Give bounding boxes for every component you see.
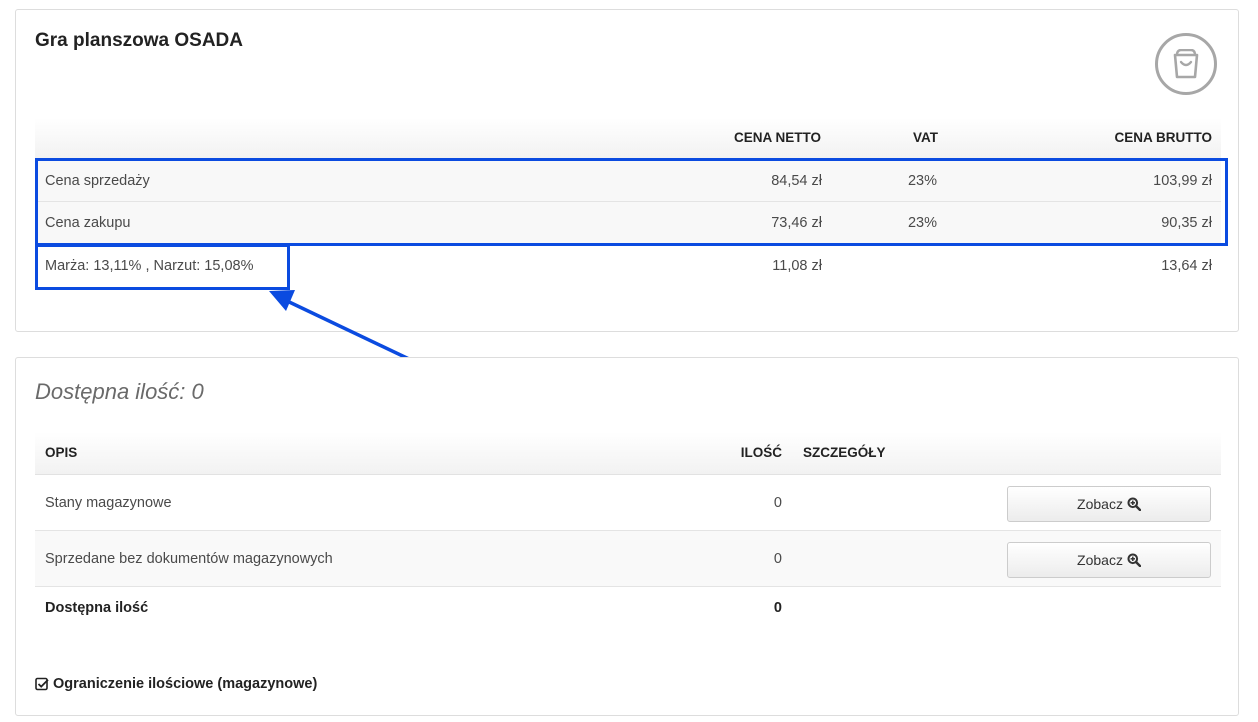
quantity-limit-label: Ograniczenie ilościowe (magazynowe) [53, 676, 318, 692]
stock-row-description: Stany magazynowe [45, 495, 172, 511]
stock-panel: Dostępna ilość: 0 OPIS ILOŚĆ SZCZEGÓŁY S… [15, 357, 1239, 716]
zoom-in-icon [1127, 497, 1141, 511]
row-net: 73,46 zł [771, 215, 822, 231]
stock-row-quantity: 0 [773, 495, 782, 511]
checkbox-checked-icon [35, 677, 49, 691]
view-sold-without-documents-button[interactable]: Zobacz [1007, 542, 1211, 578]
row-label: Cena sprzedaży [45, 173, 150, 189]
header-net-price: CENA NETTO [733, 130, 821, 145]
row-gross: 13,64 zł [1161, 258, 1212, 274]
stock-row: Stany magazynowe 0 Zobacz [35, 475, 1221, 531]
header-gross-price: CENA BRUTTO [1114, 130, 1213, 145]
view-button-label: Zobacz [1077, 496, 1123, 512]
stock-table-header: OPIS ILOŚĆ SZCZEGÓŁY [35, 432, 1221, 475]
header-quantity: ILOŚĆ [740, 445, 782, 460]
stock-title: Dostępna ilość: 0 [35, 379, 204, 404]
row-vat: 23% [907, 215, 937, 231]
row-gross: 90,35 zł [1161, 215, 1212, 231]
quantity-limit-indicator[interactable]: Ograniczenie ilościowe (magazynowe) [35, 676, 317, 692]
view-button-label: Zobacz [1077, 552, 1123, 568]
stock-total-row: Dostępna ilość 0 [35, 587, 1221, 629]
row-net: 11,08 zł [772, 258, 822, 274]
total-quantity: 0 [773, 600, 782, 616]
price-row-sale: Cena sprzedaży 84,54 zł 23% 103,99 zł [35, 160, 1221, 202]
row-gross: 103,99 zł [1153, 173, 1212, 189]
zoom-in-icon [1127, 553, 1141, 567]
row-net: 84,54 zł [771, 173, 822, 189]
price-row-margin: Marża: 13,11% , Narzut: 15,08% 11,08 zł … [35, 245, 1221, 287]
header-description: OPIS [45, 445, 78, 460]
row-vat: 23% [907, 173, 937, 189]
price-row-purchase: Cena zakupu 73,46 zł 23% 90,35 zł [35, 202, 1221, 244]
row-label: Cena zakupu [45, 215, 131, 231]
margin-label: Marża: 13,11% , Narzut: 15,08% [45, 258, 254, 274]
stock-row-quantity: 0 [773, 551, 782, 567]
total-label: Dostępna ilość [45, 600, 149, 616]
header-details: SZCZEGÓŁY [803, 445, 886, 460]
price-panel: Gra planszowa OSADA CENA NETTO VAT CENA … [15, 9, 1239, 332]
product-title: Gra planszowa OSADA [35, 30, 243, 51]
view-warehouse-stock-button[interactable]: Zobacz [1007, 486, 1211, 522]
shopping-bag-icon [1155, 33, 1217, 95]
stock-row: Sprzedane bez dokumentów magazynowych 0 … [35, 531, 1221, 587]
price-table-header: CENA NETTO VAT CENA BRUTTO [35, 118, 1221, 159]
stock-row-description: Sprzedane bez dokumentów magazynowych [45, 551, 333, 567]
header-vat: VAT [913, 130, 938, 145]
